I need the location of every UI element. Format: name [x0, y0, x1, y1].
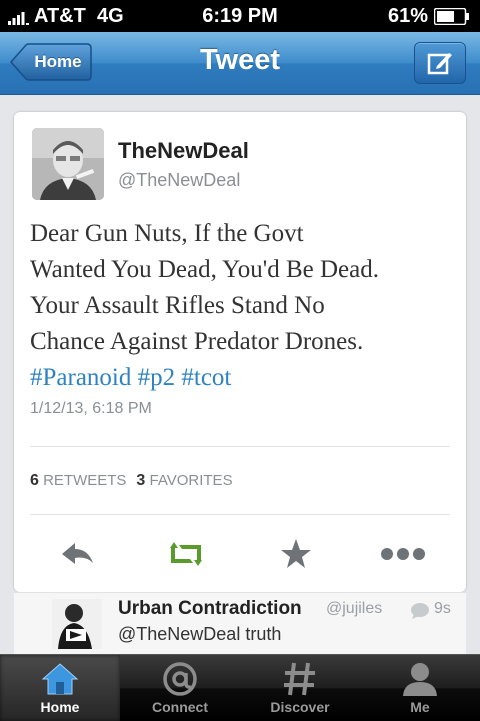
reply-time: 9s: [434, 600, 451, 617]
page-title: Tweet: [199, 44, 281, 76]
avatar-image: [32, 128, 104, 200]
reply-avatar[interactable]: [52, 599, 102, 649]
tweet-actions: [14, 534, 466, 574]
user-handle[interactable]: @TheNewDeal: [118, 170, 240, 191]
hash-icon: [284, 662, 315, 696]
hashtag-link[interactable]: #p2: [138, 364, 176, 391]
divider: [30, 446, 450, 447]
hashtag-link[interactable]: #Paranoid: [30, 364, 131, 391]
tab-label: Discover: [270, 699, 330, 715]
reply-icon[interactable]: [58, 534, 98, 574]
status-bar: AT&T 4G 6:19 PM 61%: [0, 0, 480, 32]
retweet-icon[interactable]: [164, 534, 208, 574]
favorite-icon[interactable]: [276, 534, 316, 574]
tweet-text: Dear Gun Nuts, If the Govt Wanted You De…: [30, 216, 454, 396]
more-icon[interactable]: [378, 534, 428, 574]
nav-bar: Home Tweet: [0, 32, 480, 95]
tweet-line: Dear Gun Nuts, If the Govt: [30, 220, 304, 247]
tweet-stats: 6 RETWEETS 3 FAVORITES: [30, 472, 233, 490]
favorites-count: 3: [136, 472, 146, 489]
tweet-line: Chance Against Predator Drones.: [30, 328, 364, 355]
tab-label: Me: [410, 699, 430, 715]
tab-connect[interactable]: Connect: [120, 655, 240, 721]
tab-label: Home: [40, 699, 80, 715]
tab-me[interactable]: Me: [360, 655, 480, 721]
hashtags: #Paranoid #p2 #tcot: [30, 360, 454, 396]
favorites-stat[interactable]: 3 FAVORITES: [136, 472, 232, 489]
tab-home[interactable]: Home: [0, 655, 120, 721]
tab-bar: Home Connect Discover Me: [0, 654, 480, 721]
reply-display-name[interactable]: Urban Contradiction: [118, 598, 302, 620]
compose-button[interactable]: [414, 42, 466, 84]
tweet-line: Your Assault Rifles Stand No: [30, 292, 325, 319]
tab-label: Connect: [152, 699, 208, 715]
battery-icon: [434, 8, 469, 25]
reply-text: @TheNewDeal truth: [118, 624, 282, 644]
divider: [30, 514, 450, 515]
home-icon: [41, 663, 79, 695]
reply-row[interactable]: Urban Contradiction @jujiles 9s @TheNewD…: [14, 592, 466, 663]
timestamp: 1/12/13, 6:18 PM: [30, 400, 152, 417]
retweets-stat[interactable]: 6 RETWEETS: [30, 472, 126, 489]
display-name[interactable]: TheNewDeal: [118, 138, 249, 164]
hashtag-link[interactable]: #tcot: [181, 364, 231, 391]
battery-percent: 61%: [387, 5, 428, 27]
tweet-card: TheNewDeal @TheNewDeal Dear Gun Nuts, If…: [14, 112, 466, 592]
retweets-count: 6: [30, 472, 39, 489]
retweets-label: RETWEETS: [43, 472, 127, 489]
tweet-line: Wanted You Dead, You'd Be Dead.: [30, 256, 379, 283]
favorites-label: FAVORITES: [149, 472, 233, 489]
person-icon: [403, 663, 437, 696]
at-icon: [163, 662, 197, 696]
compose-icon: [427, 53, 452, 75]
reply-handle[interactable]: @jujiles: [326, 600, 382, 618]
speech-bubble-icon: [411, 603, 429, 619]
reply-avatar-image: [52, 599, 102, 649]
tab-discover[interactable]: Discover: [240, 655, 360, 721]
avatar[interactable]: [32, 128, 104, 200]
